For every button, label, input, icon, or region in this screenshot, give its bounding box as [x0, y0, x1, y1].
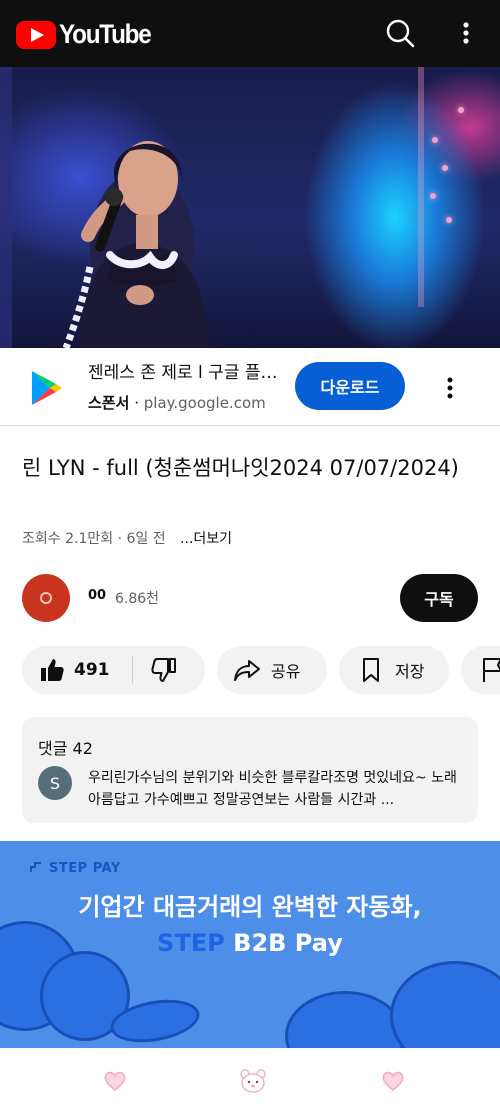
thumb-up-icon — [41, 659, 64, 681]
upload-age: 6일 전 — [126, 531, 166, 547]
video-title[interactable]: 린 LYN - full (청춘썸머나잇2024 07/07/2024) — [22, 451, 478, 485]
ad-more-icon[interactable] — [441, 376, 459, 404]
ad-title[interactable]: 젠레스 존 제로 l 구글 플레이 — [88, 358, 278, 383]
ad-domain: play.google.com — [143, 394, 266, 412]
top-comment-text: 우리린가수님의 분위기와 비슷한 블루칼라조명 멋있네요~ 노래아름답고 가수예… — [88, 770, 457, 808]
stage-light — [442, 165, 448, 171]
subscriber-count: 6.86천 — [115, 591, 160, 607]
banner-accent-text: STEP — [157, 929, 225, 957]
banner-brand-text: STEP PAY — [49, 861, 121, 876]
subscribe-button[interactable]: 구독 — [400, 574, 478, 622]
thumb-down-icon — [151, 658, 176, 682]
comments-label: 댓글 — [38, 739, 68, 758]
bear-icon[interactable] — [239, 1068, 267, 1094]
stage-light — [430, 193, 436, 199]
flag-icon — [483, 658, 500, 682]
like-divider — [132, 656, 133, 684]
more-vert-icon[interactable] — [449, 16, 483, 50]
stage-light — [432, 137, 438, 143]
banner-rest-text: B2B Pay — [224, 929, 343, 957]
comments-count: 42 — [72, 739, 93, 758]
share-icon — [234, 660, 260, 681]
coin-graphic — [390, 961, 500, 1048]
banner-brand: STEP PAY — [30, 861, 121, 876]
like-dislike-group: 491 — [22, 646, 205, 694]
channel-name[interactable]: 00 — [88, 588, 106, 603]
channel-avatar[interactable] — [22, 574, 70, 622]
save-button[interactable]: 저장 — [339, 646, 449, 694]
coin-graphic — [285, 991, 405, 1048]
video-player[interactable] — [0, 67, 500, 348]
heart-icon[interactable] — [102, 1068, 128, 1094]
like-button[interactable]: 491 — [38, 656, 110, 684]
stage-light — [458, 107, 464, 113]
commenter-avatar: S — [38, 766, 72, 800]
step-pay-logo-icon — [30, 862, 41, 872]
youtube-logo[interactable]: YouTube — [16, 19, 161, 50]
app-name: YouTube — [59, 19, 152, 49]
action-bar: 491 공유 저장 — [22, 646, 500, 694]
save-label: 저장 — [395, 662, 425, 681]
banner-ad[interactable]: STEP PAY 기업간 대금거래의 완벽한 자동화, STEP B2B Pay — [0, 841, 500, 1048]
top-app-bar: YouTube — [0, 0, 500, 67]
search-icon[interactable] — [383, 16, 417, 50]
heart-icon[interactable] — [380, 1068, 406, 1094]
report-button[interactable] — [461, 646, 500, 694]
view-count: 조회수 2.1만회 — [22, 531, 114, 547]
youtube-play-icon — [16, 20, 56, 49]
stage-light — [446, 217, 452, 223]
bookmark-icon — [363, 658, 379, 682]
share-label: 공유 — [271, 662, 301, 681]
bottom-nav — [0, 1048, 500, 1115]
comments-header: 댓글 42 — [38, 735, 93, 759]
sponsor-label: 스폰서 — [88, 394, 130, 412]
share-button[interactable]: 공유 — [217, 646, 327, 694]
ad-separator: · — [134, 394, 139, 412]
google-play-icon — [26, 368, 66, 408]
like-count: 491 — [74, 660, 110, 680]
video-frame — [0, 67, 424, 348]
comments-panel[interactable]: 댓글 42 S 우리린가수님의 분위기와 비슷한 블루칼라조명 멋있네요~ 노래… — [22, 717, 478, 823]
ad-subline: 스폰서 · play.google.com — [88, 392, 278, 413]
show-more-link[interactable]: ...더보기 — [180, 531, 232, 547]
meta-separator: · — [117, 531, 123, 547]
dislike-button[interactable] — [150, 656, 178, 688]
sponsored-ad[interactable]: 젠레스 존 제로 l 구글 플레이 스폰서 · play.google.com … — [0, 348, 500, 426]
download-button[interactable]: 다운로드 — [295, 362, 405, 410]
banner-headline: 기업간 대금거래의 완벽한 자동화, — [78, 893, 422, 921]
video-meta[interactable]: 조회수 2.1만회 · 6일 전 ...더보기 — [22, 528, 232, 548]
